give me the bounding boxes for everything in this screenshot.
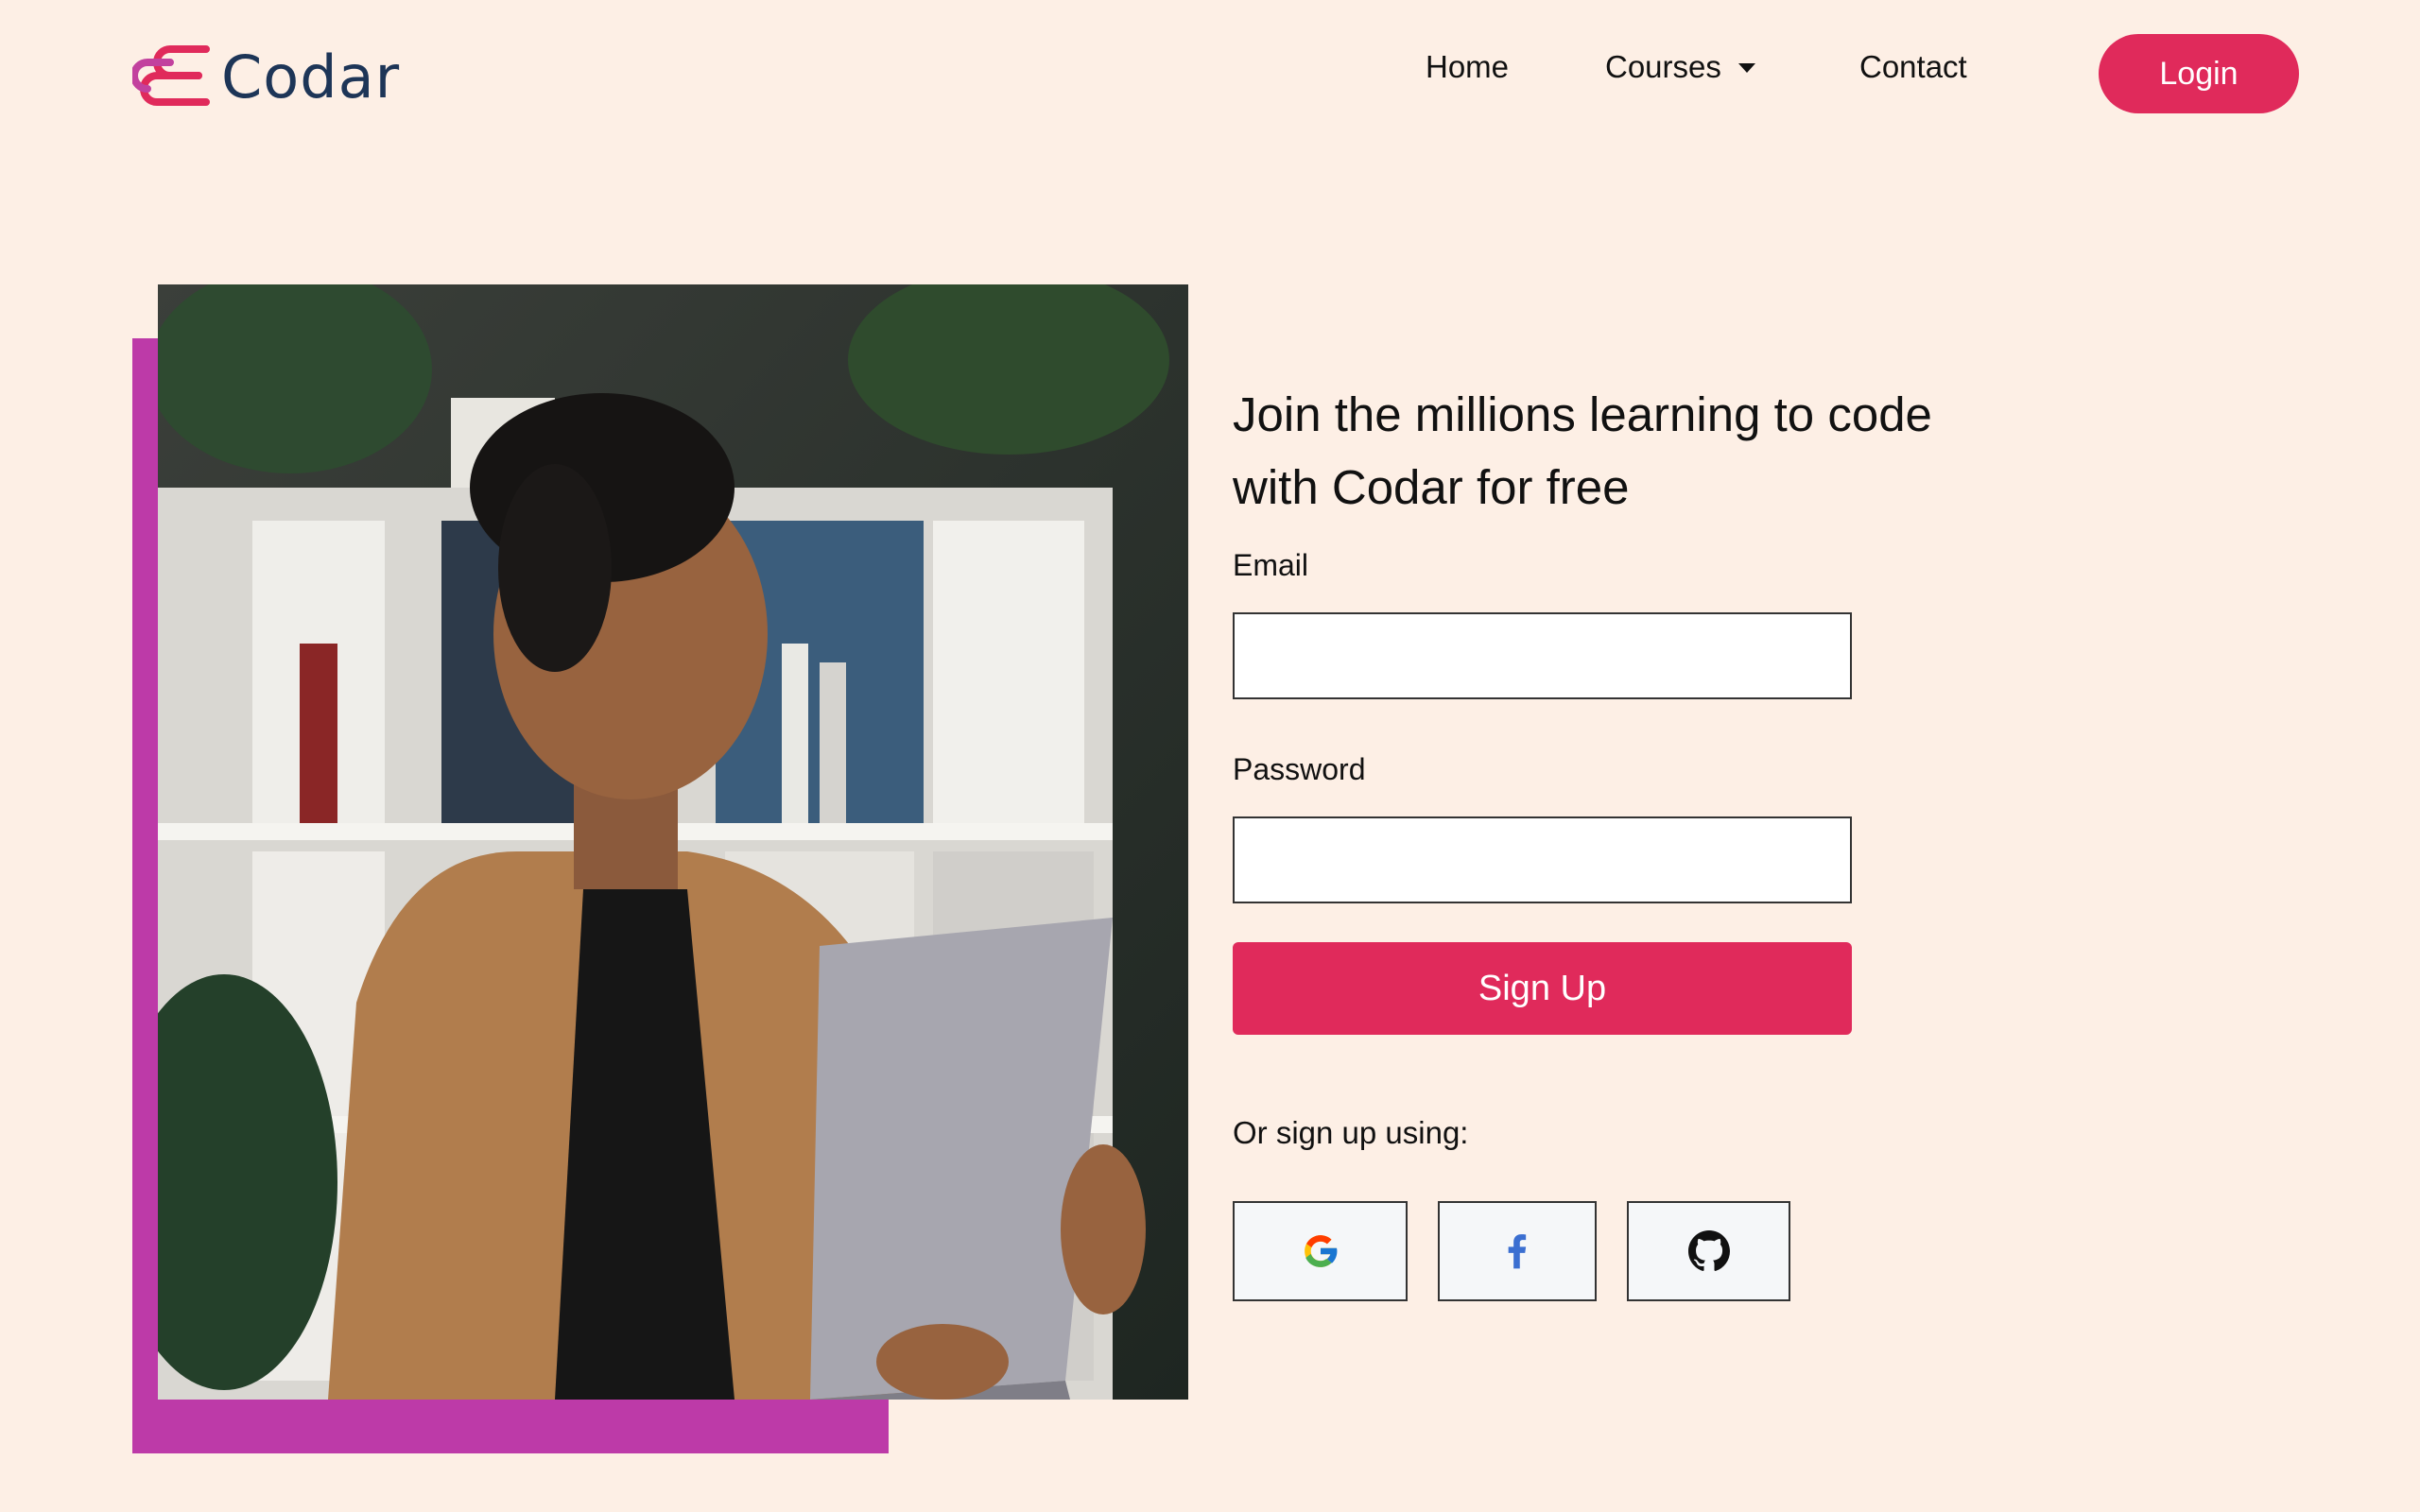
brand-name: Codar: [221, 42, 401, 112]
login-button[interactable]: Login: [2099, 34, 2299, 113]
github-icon: [1687, 1230, 1730, 1271]
email-input[interactable]: [1233, 612, 1852, 699]
navbar: Codar Home Courses Contact Login: [0, 0, 2420, 151]
signup-form: Join the millions learning to code with …: [1233, 378, 2083, 524]
nav-home-link[interactable]: Home: [1426, 49, 1509, 85]
nav-contact-label: Contact: [1859, 49, 1967, 84]
headline-line-1: Join the millions learning to code: [1233, 387, 1932, 441]
sign-up-button[interactable]: Sign Up: [1233, 942, 1852, 1035]
facebook-icon: [1508, 1234, 1527, 1269]
signup-headline: Join the millions learning to code with …: [1233, 378, 2065, 524]
google-icon: [1304, 1235, 1338, 1267]
brand-logo[interactable]: Codar: [132, 36, 400, 117]
caret-down-icon: [1737, 63, 1755, 73]
woman-with-laptop-illustration: [158, 284, 1188, 1400]
nav-home-label: Home: [1426, 49, 1510, 84]
password-input[interactable]: [1233, 816, 1852, 903]
nav-courses-dropdown[interactable]: Courses: [1605, 49, 1755, 85]
hero-photo: [158, 284, 1188, 1400]
nav-courses-label: Courses: [1605, 49, 1721, 84]
nav-contact-link[interactable]: Contact: [1859, 49, 1967, 85]
email-label: Email: [1233, 548, 1309, 582]
codar-logo-icon: [132, 45, 210, 106]
google-signup-button[interactable]: [1233, 1201, 1408, 1301]
facebook-signup-button[interactable]: [1438, 1201, 1597, 1301]
headline-line-2: with Codar for free: [1233, 460, 1630, 514]
social-signup-label: Or sign up using:: [1233, 1115, 1469, 1150]
github-signup-button[interactable]: [1627, 1201, 1790, 1301]
password-label: Password: [1233, 752, 1366, 786]
